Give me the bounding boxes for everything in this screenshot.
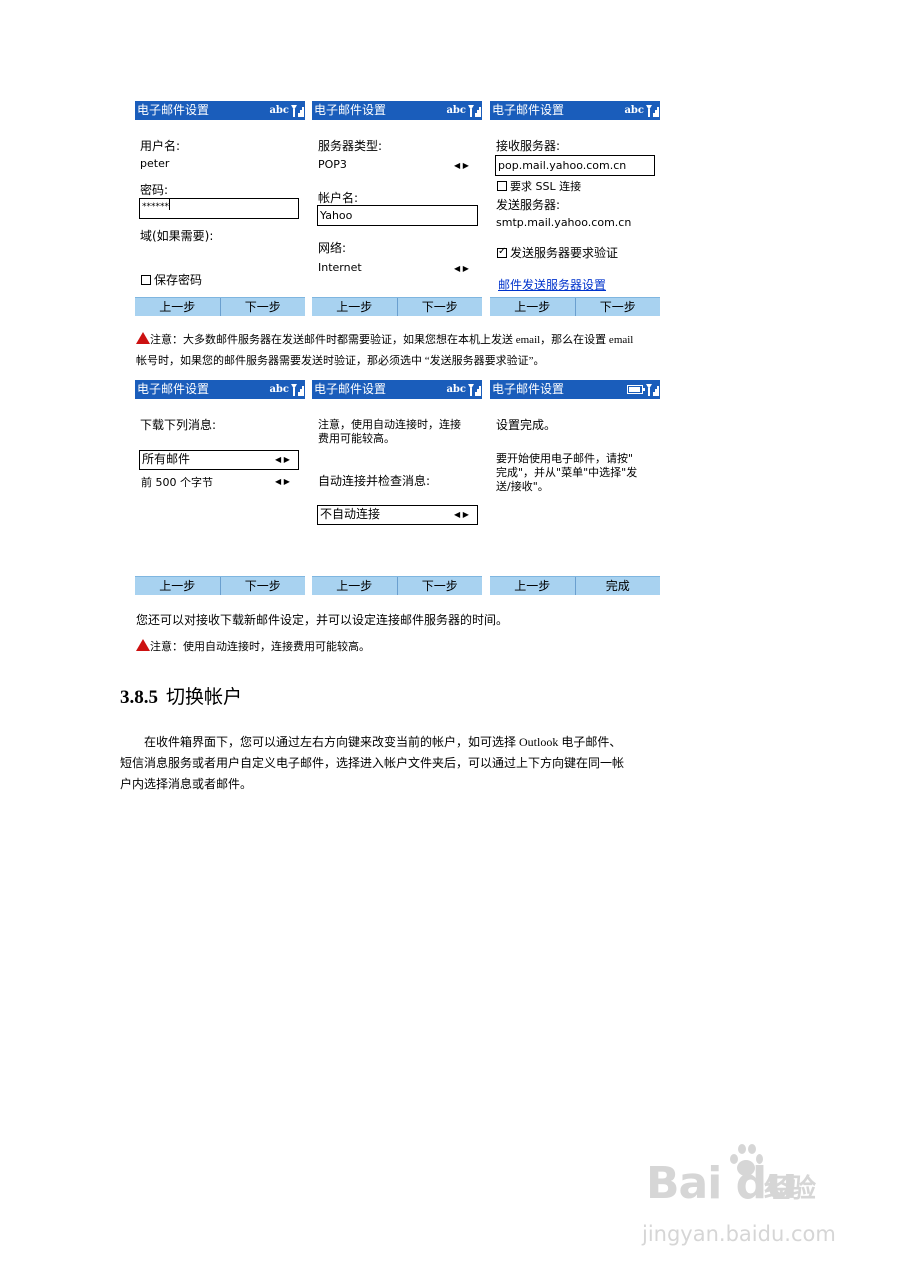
paragraph-line: 户内选择消息或者邮件。 [120,777,253,791]
next-button[interactable]: 下一步 [396,577,483,595]
signal-icon [291,383,304,397]
warning-note-2: 注意：使用自动连接时，连接费用可能较高。 [136,638,370,654]
network-label: 网络: [318,241,347,255]
auth-checkbox[interactable]: 发送服务器要求验证 [497,244,618,261]
screen-server-type: 电子邮件设置 abc 服务器类型: POP3 ◀ ▶ 帐户名: Yahoo 网络… [312,101,482,316]
cost-note-line2: 费用可能较高。 [318,432,395,445]
outgoing-server-label: 发送服务器: [496,198,561,212]
next-button[interactable]: 下一步 [396,298,483,316]
title-bar: 电子邮件设置 abc [490,101,660,120]
title-bar: 电子邮件设置 abc [312,380,482,399]
title-text: 电子邮件设置 [314,382,387,396]
input-mode-indicator: abc [269,105,289,116]
next-button[interactable]: 下一步 [574,298,661,316]
checkbox-icon [497,181,507,191]
warning-icon [136,332,150,344]
title-bar: 电子邮件设置 abc [135,380,305,399]
auto-connect-label: 自动连接并检查消息: [318,474,431,488]
screen-complete: 电子邮件设置 设置完成。 要开始使用电子邮件，请按" 完成"，并从"菜单"中选择… [490,380,660,595]
input-mode-indicator: abc [446,384,466,395]
signal-icon [646,383,659,397]
paragraph-line: 短信消息服务或者用户自定义电子邮件，选择进入帐户文件夹后，可以通过上下方向键在同… [120,756,625,770]
screen-auto-connect: 电子邮件设置 abc 注意，使用自动连接时，连接 费用可能较高。 自动连接并检查… [312,380,482,595]
account-name-label: 帐户名: [318,191,359,205]
title-text: 电子邮件设置 [492,382,565,396]
back-button[interactable]: 上一步 [490,577,575,595]
next-button[interactable]: 下一步 [219,577,306,595]
softkey-bar: 上一步 下一步 [135,576,305,595]
battery-icon [627,385,645,394]
watermark-cn: 经验 [764,1174,817,1204]
outgoing-settings-link[interactable]: 邮件发送服务器设置 [498,276,606,293]
title-bar: 电子邮件设置 [490,380,660,399]
incoming-server-field[interactable]: pop.mail.yahoo.com.cn [495,155,655,176]
softkey-bar: 上一步 下一步 [135,297,305,316]
left-right-arrows-icon[interactable]: ◀ ▶ [454,264,469,274]
softkey-bar: 上一步 下一步 [312,297,482,316]
title-text: 电子邮件设置 [314,103,387,117]
softkey-bar: 上一步 完成 [490,576,660,595]
network-value[interactable]: Internet [318,261,362,274]
title-text: 电子邮件设置 [492,103,565,117]
warning-icon [136,639,150,651]
section-number: 3.8.5 [120,687,158,708]
paragraph-line: 在收件箱界面下，您可以通过左右方向键来改变当前的帐户，如可选择 Outlook … [144,735,622,749]
screen-download: 电子邮件设置 abc 下载下列消息: 所有邮件 ◀ ▶ 前 500 个字节 ◀ … [135,380,305,595]
section-title: 切换帐户 [166,687,243,708]
warning-note-cont: 帐号时，如果您的邮件服务器需要发送时验证，那必须选中 “发送服务器要求验证”。 [136,355,545,367]
back-button[interactable]: 上一步 [135,298,220,316]
username-label: 用户名: [140,139,181,153]
section-heading: 3.8.5 切换帐户 [120,682,242,709]
screen-servers: 电子邮件设置 abc 接收服务器: pop.mail.yahoo.com.cn … [490,101,660,316]
title-bar: 电子邮件设置 abc [312,101,482,120]
back-button[interactable]: 上一步 [312,298,397,316]
left-right-arrows-icon[interactable]: ◀ ▶ [454,161,469,171]
outgoing-server-value[interactable]: smtp.mail.yahoo.com.cn [496,216,631,229]
watermark-url: jingyan.baidu.com [642,1222,836,1246]
warning-note: 注意：大多数邮件服务器在发送邮件时都需要验证，如果您想在本机上发送 email，… [136,331,633,347]
back-button[interactable]: 上一步 [490,298,575,316]
username-value[interactable]: peter [140,157,169,170]
download-option[interactable]: 前 500 个字节 [141,474,213,490]
next-button[interactable]: 下一步 [219,298,306,316]
softkey-bar: 上一步 下一步 [312,576,482,595]
baidu-jingyan-watermark: Bai du 经验 jingyan.baidu.com [636,1140,856,1260]
back-button[interactable]: 上一步 [312,577,397,595]
instruction-line3: 送/接收"。 [496,480,549,493]
softkey-bar: 上一步 下一步 [490,297,660,316]
finish-button[interactable]: 完成 [574,577,661,595]
title-text: 电子邮件设置 [137,103,210,117]
screen-login: 电子邮件设置 abc 用户名: peter 密码: ****** 域(如果需要)… [135,101,305,316]
left-right-arrows-icon[interactable]: ◀ ▶ [275,477,290,487]
server-type-value[interactable]: POP3 [318,158,347,171]
body-text: 您还可以对接收下载新邮件设定，并可以设定连接邮件服务器的时间。 [136,613,509,627]
server-type-label: 服务器类型: [318,139,383,153]
ssl-checkbox[interactable]: 要求 SSL 连接 [497,178,581,194]
checkbox-checked-icon [497,246,507,258]
domain-label: 域(如果需要): [140,229,214,243]
setup-complete-text: 设置完成。 [496,418,557,432]
input-mode-indicator: abc [269,384,289,395]
download-label: 下载下列消息: [140,418,217,432]
signal-icon [468,383,481,397]
input-mode-indicator: abc [624,105,644,116]
title-bar: 电子邮件设置 abc [135,101,305,120]
left-right-arrows-icon[interactable]: ◀ ▶ [275,455,290,465]
signal-icon [468,104,481,118]
signal-icon [646,104,659,118]
title-text: 电子邮件设置 [137,382,210,396]
checkbox-icon [141,275,151,285]
signal-icon [291,104,304,118]
left-right-arrows-icon[interactable]: ◀ ▶ [454,510,469,520]
password-field[interactable]: ****** [139,198,299,219]
password-label: 密码: [140,183,169,197]
account-name-field[interactable]: Yahoo [317,205,478,226]
incoming-server-label: 接收服务器: [496,139,561,153]
save-password-checkbox[interactable]: 保存密码 [141,271,202,288]
input-mode-indicator: abc [446,105,466,116]
back-button[interactable]: 上一步 [135,577,220,595]
